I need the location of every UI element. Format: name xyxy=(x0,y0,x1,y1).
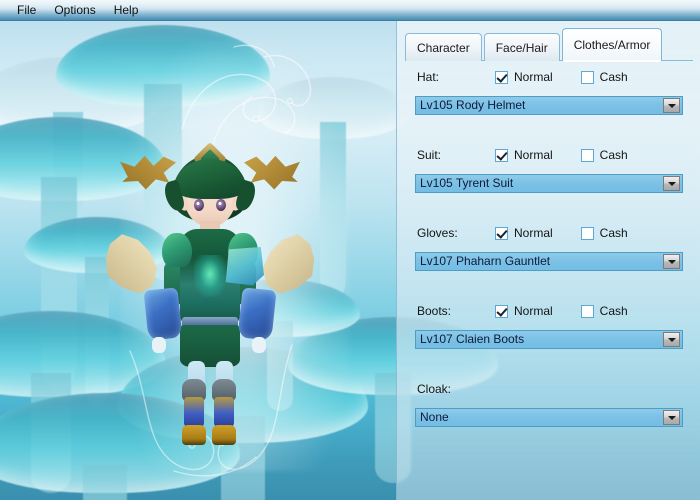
menu-file[interactable]: File xyxy=(8,2,45,19)
boots-dropdown-chevron-down-icon[interactable] xyxy=(663,332,680,347)
customization-panel: Character Face/Hair Clothes/Armor Hat: N… xyxy=(396,21,700,500)
gauntlet-left xyxy=(143,287,183,341)
boots-dropdown-value: Lv107 Claien Boots xyxy=(420,333,525,346)
hand-right xyxy=(252,337,266,353)
tab-character[interactable]: Character xyxy=(405,33,482,61)
chest-emblem-glow xyxy=(194,255,226,297)
hat-cash-checkbox[interactable]: Cash xyxy=(580,70,628,84)
boots-label-line: Boots: Normal Cash xyxy=(397,301,700,321)
hat-normal-label: Normal xyxy=(514,70,553,84)
tab-character-label: Character xyxy=(417,40,470,55)
equipment-row-boots: Boots: Normal Cash Lv107 Claien Boots xyxy=(397,301,700,379)
gloves-cash-label: Cash xyxy=(599,226,628,240)
suit-normal-label: Normal xyxy=(514,148,553,162)
boots-normal-checkbox[interactable]: Normal xyxy=(495,304,553,318)
gloves-normal-label: Normal xyxy=(514,226,553,240)
menu-help[interactable]: Help xyxy=(105,2,148,19)
boot-right xyxy=(212,379,236,447)
suit-dropdown-chevron-down-icon[interactable] xyxy=(663,176,680,191)
suit-dropdown-value: Lv105 Tyrent Suit xyxy=(420,177,514,190)
equipment-row-hat: Hat: Normal Cash Lv105 Rody Helmet xyxy=(397,67,700,145)
suit-label: Suit: xyxy=(417,148,442,162)
hat-normal-check-icon xyxy=(495,70,508,84)
gloves-dropdown[interactable]: Lv107 Phaharn Gauntlet xyxy=(415,252,683,271)
equipment-form: Hat: Normal Cash Lv105 Rody Helmet Suit:… xyxy=(397,67,700,439)
application-window: File Options Help Character Face/Hair Cl… xyxy=(0,0,700,500)
hat-label-line: Hat: Normal Cash xyxy=(397,67,700,87)
boots-label: Boots: xyxy=(417,304,452,318)
menu-bar: File Options Help xyxy=(0,0,700,21)
suit-label-line: Suit: Normal Cash xyxy=(397,145,700,165)
suit-cash-check-icon xyxy=(580,148,594,162)
cloak-dropdown-value: None xyxy=(420,411,449,424)
boot-left xyxy=(182,379,206,447)
tab-clothes-armor-label: Clothes/Armor xyxy=(573,38,651,52)
boots-cash-label: Cash xyxy=(599,304,628,318)
hat-dropdown-chevron-down-icon[interactable] xyxy=(663,98,680,113)
tab-bar: Character Face/Hair Clothes/Armor xyxy=(405,28,664,62)
cloak-label: Cloak: xyxy=(417,382,452,396)
equipment-row-suit: Suit: Normal Cash Lv105 Tyrent Suit xyxy=(397,145,700,223)
hand-left xyxy=(152,337,166,353)
gloves-dropdown-value: Lv107 Phaharn Gauntlet xyxy=(420,255,551,268)
eye-right xyxy=(216,199,226,211)
gloves-label: Gloves: xyxy=(417,226,458,240)
boots-normal-label: Normal xyxy=(514,304,553,318)
boots-cash-check-icon xyxy=(580,304,594,318)
tab-face-hair-label: Face/Hair xyxy=(495,40,548,55)
cloak-dropdown-chevron-down-icon[interactable] xyxy=(663,410,680,425)
hat-normal-checkbox[interactable]: Normal xyxy=(495,70,553,84)
tab-clothes-armor[interactable]: Clothes/Armor xyxy=(561,28,663,62)
eye-left xyxy=(194,199,204,211)
hat-cash-check-icon xyxy=(580,70,594,84)
suit-normal-check-icon xyxy=(495,148,508,162)
pauldron-left xyxy=(162,233,192,267)
boots-dropdown[interactable]: Lv107 Claien Boots xyxy=(415,330,683,349)
suit-dropdown[interactable]: Lv105 Tyrent Suit xyxy=(415,174,683,193)
hat-dropdown-value: Lv105 Rody Helmet xyxy=(420,99,526,112)
character-avatar[interactable] xyxy=(118,129,302,445)
suit-cash-checkbox[interactable]: Cash xyxy=(580,148,628,162)
gauntlet-right xyxy=(237,287,277,341)
floating-shield-plate xyxy=(225,247,264,286)
suit-cash-label: Cash xyxy=(599,148,628,162)
suit-normal-checkbox[interactable]: Normal xyxy=(495,148,553,162)
tab-face-hair[interactable]: Face/Hair xyxy=(483,33,560,61)
boots-cash-checkbox[interactable]: Cash xyxy=(580,304,628,318)
hat-label: Hat: xyxy=(417,70,440,84)
gloves-dropdown-chevron-down-icon[interactable] xyxy=(663,254,680,269)
cloak-dropdown[interactable]: None xyxy=(415,408,683,427)
gloves-normal-checkbox[interactable]: Normal xyxy=(495,226,553,240)
gloves-cash-checkbox[interactable]: Cash xyxy=(580,226,628,240)
hat-dropdown[interactable]: Lv105 Rody Helmet xyxy=(415,96,683,115)
boots-normal-check-icon xyxy=(495,304,508,318)
gloves-normal-check-icon xyxy=(495,226,508,240)
equipment-row-cloak: Cloak: None xyxy=(397,379,700,439)
cloak-label-line: Cloak: xyxy=(397,379,700,399)
menu-options[interactable]: Options xyxy=(45,2,104,19)
suit-skirt xyxy=(180,325,240,367)
hat-cash-label: Cash xyxy=(599,70,628,84)
equipment-row-gloves: Gloves: Normal Cash Lv107 Phaharn Gauntl… xyxy=(397,223,700,301)
gloves-label-line: Gloves: Normal Cash xyxy=(397,223,700,243)
gloves-cash-check-icon xyxy=(580,226,594,240)
